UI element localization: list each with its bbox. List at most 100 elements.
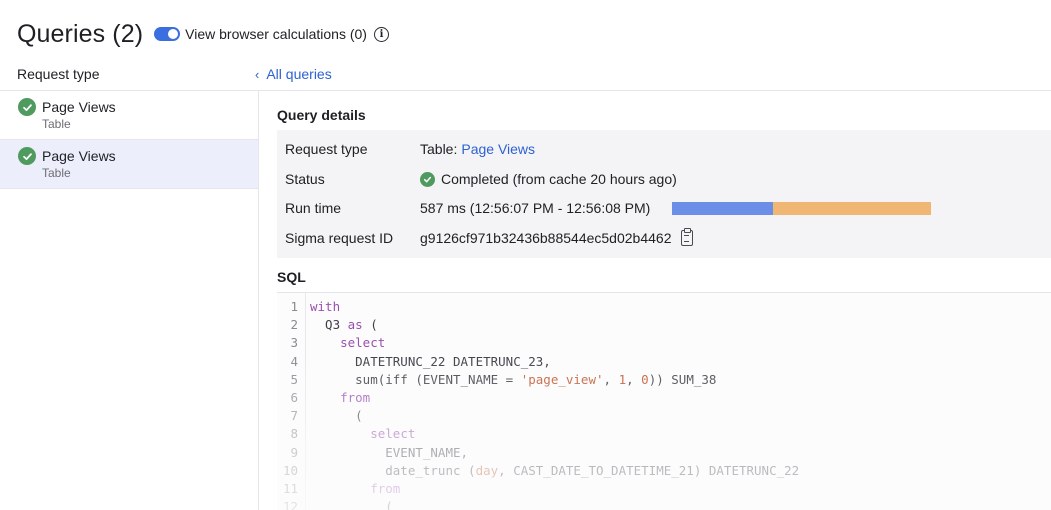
page-header: Queries (2) View browser calculations (0… [17, 18, 389, 50]
code-text: ( [310, 498, 393, 510]
sql-keyword: as [347, 317, 363, 333]
sql-text: ( [362, 317, 378, 333]
sql-text: , [626, 371, 642, 387]
sql-text: )) SUM_38 [648, 371, 717, 387]
sql-literal: 'page_view' [520, 371, 604, 387]
sql-literal: 1 [618, 371, 627, 387]
query-details-panel: Query details Request type Table: Page V… [260, 91, 1051, 510]
sql-keyword: from [370, 481, 401, 496]
sql-text: sum(iff (EVENT_NAME = [310, 371, 521, 387]
line-number: 3 [290, 335, 298, 351]
sql-code-viewer[interactable]: 1 with 2 Q3 as (3 select 4 DATETRUNC_22 DAT… [277, 293, 1051, 510]
run-time-text: 587 ms (12:56:07 PM - 12:56:08 PM) [420, 200, 651, 216]
request-type-link[interactable]: Page Views [461, 141, 535, 157]
code-line: 1 with [277, 298, 1051, 316]
request-type-label: Request type [285, 141, 368, 157]
check-circle-icon [420, 171, 435, 187]
query-item-subtitle: Table [42, 117, 71, 131]
request-id-row: Sigma request ID g9126cf971b32436b88544e… [285, 228, 694, 248]
status-label: Status [285, 171, 325, 187]
request-type-prefix: Table: [420, 141, 458, 157]
code-text: select [310, 425, 415, 443]
query-details-box: Request type Table: Page Views Status Co… [277, 130, 1051, 258]
code-text: select [310, 334, 385, 352]
request-id-value: g9126cf971b32436b88544ec5d02b4462 [420, 228, 694, 246]
run-time-bar-segment-1 [672, 201, 774, 215]
sql-text: , CAST_DATE_TO_DATETIME_21) DATETRUNC_22 [498, 462, 800, 478]
sql-keyword: select [370, 426, 416, 442]
query-list: Page Views Table Page Views Table [0, 91, 259, 510]
line-number: 10 [282, 462, 298, 478]
request-type-row: Request type Table: Page Views [285, 139, 535, 159]
sql-text: EVENT_NAME, [310, 444, 469, 460]
run-time-row: Run time 587 ms (12:56:07 PM - 12:56:08 … [285, 198, 932, 218]
browser-calculations-toggle[interactable] [154, 27, 181, 41]
chevron-left-icon: ‹ [255, 66, 260, 82]
code-line: 8 select [277, 425, 1051, 443]
check-circle-icon [18, 147, 36, 165]
code-text: ( [310, 407, 363, 425]
code-line: 12 ( [277, 498, 1051, 510]
sql-keyword: with [310, 299, 341, 314]
code-text: sum(iff (EVENT_NAME = 'page_view', 1, 0)… [310, 371, 716, 389]
sql-keyword: select [340, 335, 386, 351]
query-item-subtitle: Table [42, 166, 71, 180]
code-line: 4 DATETRUNC_22 DATETRUNC_23, [277, 353, 1051, 371]
code-line: 10 date_trunc (day, CAST_DATE_TO_DATETIM… [277, 462, 1051, 480]
clipboard-icon[interactable] [681, 228, 694, 246]
code-line: 2 Q3 as ( [277, 316, 1051, 334]
code-text: from [310, 480, 400, 498]
code-line: 3 select [277, 334, 1051, 352]
browser-calculations-label: View browser calculations (0) [185, 26, 367, 42]
code-text: date_trunc (day, CAST_DATE_TO_DATETIME_2… [310, 462, 799, 480]
all-queries-label: All queries [266, 66, 332, 82]
status-value: Completed (from cache 20 hours ago) [420, 171, 677, 187]
line-number: 6 [290, 390, 298, 405]
line-number: 12 [282, 499, 298, 510]
toggle-knob [168, 29, 179, 39]
code-line: 5 sum(iff (EVENT_NAME = 'page_view', 1, … [277, 371, 1051, 389]
line-number: 9 [290, 444, 298, 460]
sql-text: ( [310, 499, 393, 510]
status-row: Status Completed (from cache 20 hours ag… [285, 169, 677, 189]
query-details-title: Query details [277, 107, 366, 123]
sql-literal: 0 [641, 371, 649, 387]
line-number: 8 [290, 426, 298, 442]
run-time-label: Run time [285, 200, 342, 216]
sql-keyword: from [340, 390, 371, 405]
query-item-title: Page Views [42, 148, 116, 164]
line-number: 2 [290, 317, 298, 333]
code-line: 11 from [277, 480, 1051, 498]
info-icon[interactable]: i [373, 26, 389, 42]
code-text: Q3 as ( [310, 316, 378, 334]
sql-title: SQL [277, 269, 306, 285]
request-type-column-header: Request type [17, 66, 100, 82]
query-list-item[interactable]: Page Views Table [0, 91, 258, 140]
page-title: Queries (2) [17, 19, 144, 48]
status-text: Completed (from cache 20 hours ago) [441, 171, 677, 187]
code-line: 6 from [277, 389, 1051, 407]
code-text: from [310, 389, 370, 407]
query-item-title: Page Views [42, 99, 116, 115]
request-id-label: Sigma request ID [285, 230, 394, 246]
code-line: 9 EVENT_NAME, [277, 444, 1051, 462]
code-text: DATETRUNC_22 DATETRUNC_23, [310, 353, 551, 371]
check-circle-icon [18, 98, 36, 116]
all-queries-link[interactable]: ‹ All queries [255, 66, 332, 82]
code-text: with [310, 298, 340, 316]
line-number: 5 [290, 371, 298, 387]
line-number: 11 [282, 481, 298, 496]
code-line: 7 ( [277, 407, 1051, 425]
code-text: EVENT_NAME, [310, 444, 468, 462]
line-number: 4 [290, 353, 298, 369]
query-list-item-selected[interactable]: Page Views Table [0, 140, 258, 189]
run-time-value: 587 ms (12:56:07 PM - 12:56:08 PM) [420, 200, 932, 216]
run-time-bar-segment-2 [773, 201, 932, 215]
sql-literal: day [475, 462, 499, 478]
sql-text: Q3 [310, 317, 348, 333]
line-number: 7 [290, 408, 298, 424]
sql-text: , [603, 371, 619, 387]
